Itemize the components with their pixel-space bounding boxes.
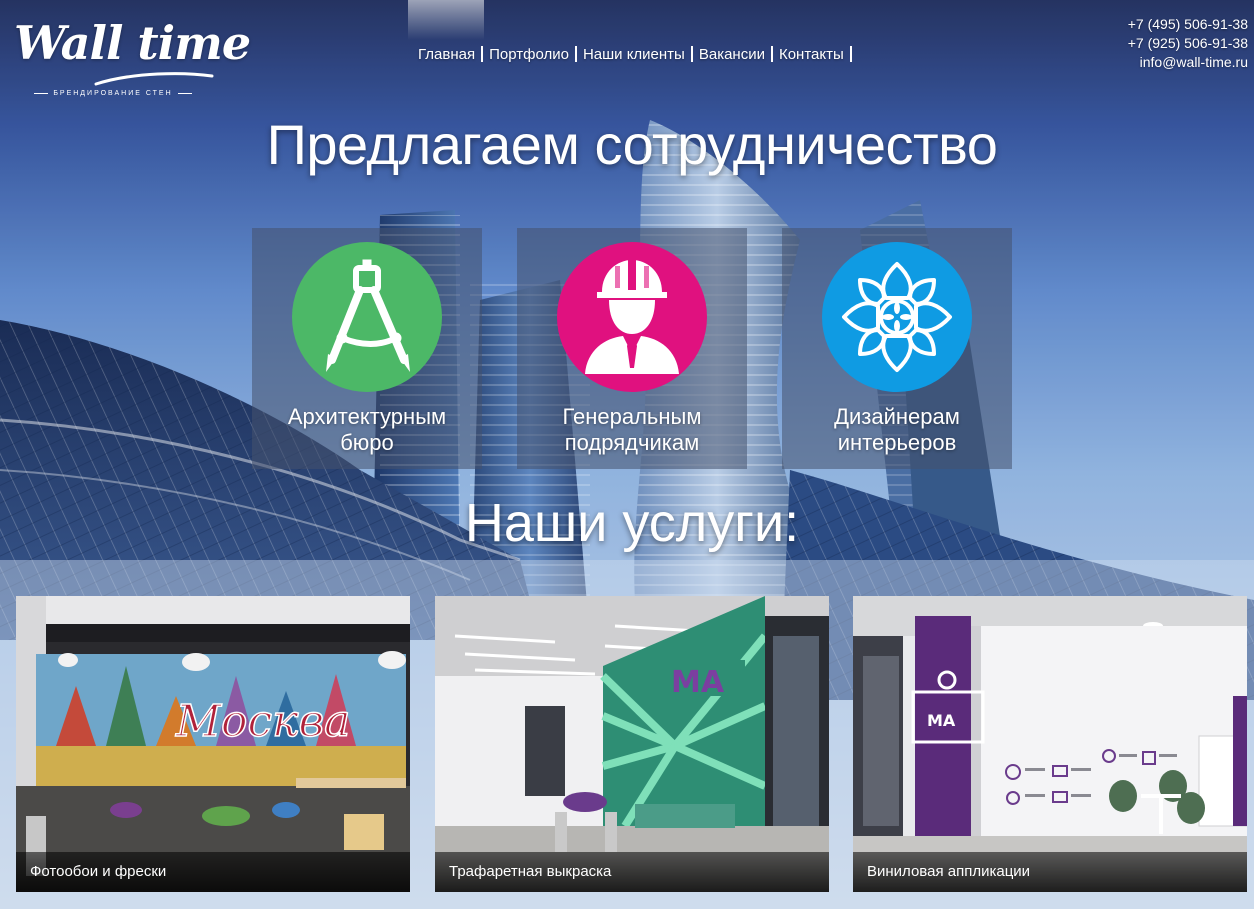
service-card-stencil-painting[interactable]: MA Трафаретная выкраска bbox=[435, 596, 829, 892]
nav-divider bbox=[849, 46, 852, 62]
coop-label-line: Дизайнерам bbox=[834, 404, 960, 429]
svg-text:MA: MA bbox=[927, 711, 956, 730]
email-link[interactable]: info@wall-time.ru bbox=[1128, 53, 1248, 72]
logo-wordmark: Wall time bbox=[14, 16, 251, 70]
service-caption: Виниловая аппликации bbox=[853, 852, 1247, 892]
coop-label-line: интерьеров bbox=[837, 430, 957, 455]
nav-item-clients[interactable]: Наши клиенты bbox=[577, 46, 691, 63]
contractor-helmet-icon bbox=[585, 260, 679, 374]
logo-tagline: БРЕНДИРОВАНИЕ СТЕН bbox=[28, 90, 198, 97]
service-caption: Трафаретная выкраска bbox=[435, 852, 829, 892]
coop-icon-circle bbox=[557, 242, 707, 392]
coop-label-line: подрядчикам bbox=[564, 430, 700, 455]
coop-icon-circle bbox=[292, 242, 442, 392]
phone-link-primary[interactable]: +7 (495) 506-91-38 bbox=[1128, 15, 1248, 34]
nav-item-portfolio[interactable]: Портфолио bbox=[483, 46, 575, 63]
stencil-painting-image: MA bbox=[435, 596, 829, 892]
coop-label-architects: Архитектурным бюро bbox=[252, 404, 482, 456]
vinyl-applique-image: MA bbox=[853, 596, 1247, 892]
service-card-photo-wallpaper[interactable]: Москва Фотообои и фрески bbox=[16, 596, 410, 892]
phone-link-secondary[interactable]: +7 (925) 506-91-38 bbox=[1128, 34, 1248, 53]
coop-label-designers: Дизайнерам интерьеров bbox=[782, 404, 1012, 456]
nav-item-vacancies[interactable]: Вакансии bbox=[693, 46, 771, 63]
nav-item-home[interactable]: Главная bbox=[412, 46, 481, 63]
coop-card-architects[interactable]: Архитектурным бюро bbox=[252, 228, 482, 469]
nav-item-contacts[interactable]: Контакты bbox=[773, 46, 850, 63]
photo-wallpaper-image: Москва bbox=[16, 596, 410, 892]
service-card-vinyl-applique[interactable]: MA Виниловая аппликации bbox=[853, 596, 1247, 892]
coop-label-line: Архитектурным bbox=[287, 404, 447, 429]
main-nav: Главная Портфолио Наши клиенты Вакансии … bbox=[412, 44, 852, 64]
drafting-compass-icon bbox=[326, 259, 410, 372]
site-logo[interactable]: Wall time БРЕНДИРОВАНИЕ СТЕН bbox=[14, 14, 251, 97]
services-heading: Наши услуги: bbox=[464, 493, 800, 553]
ornament-flower-icon bbox=[842, 262, 952, 372]
coop-label-contractors: Генеральным подрядчикам bbox=[517, 404, 747, 456]
coop-card-contractors[interactable]: Генеральным подрядчикам bbox=[517, 228, 747, 469]
coop-card-designers[interactable]: Дизайнерам интерьеров bbox=[782, 228, 1012, 469]
coop-label-line: бюро bbox=[340, 430, 394, 455]
svg-text:MA: MA bbox=[671, 665, 725, 700]
nav-active-indicator bbox=[408, 0, 484, 40]
logo-swoosh-icon bbox=[94, 72, 214, 86]
header-contacts: +7 (495) 506-91-38 +7 (925) 506-91-38 in… bbox=[1128, 15, 1248, 72]
service-caption: Фотообои и фрески bbox=[16, 852, 410, 892]
svg-text:Москва: Москва bbox=[175, 696, 350, 747]
coop-label-line: Генеральным bbox=[562, 404, 702, 429]
page-title: Предлагаем сотрудничество bbox=[266, 113, 998, 176]
coop-icon-circle bbox=[822, 242, 972, 392]
